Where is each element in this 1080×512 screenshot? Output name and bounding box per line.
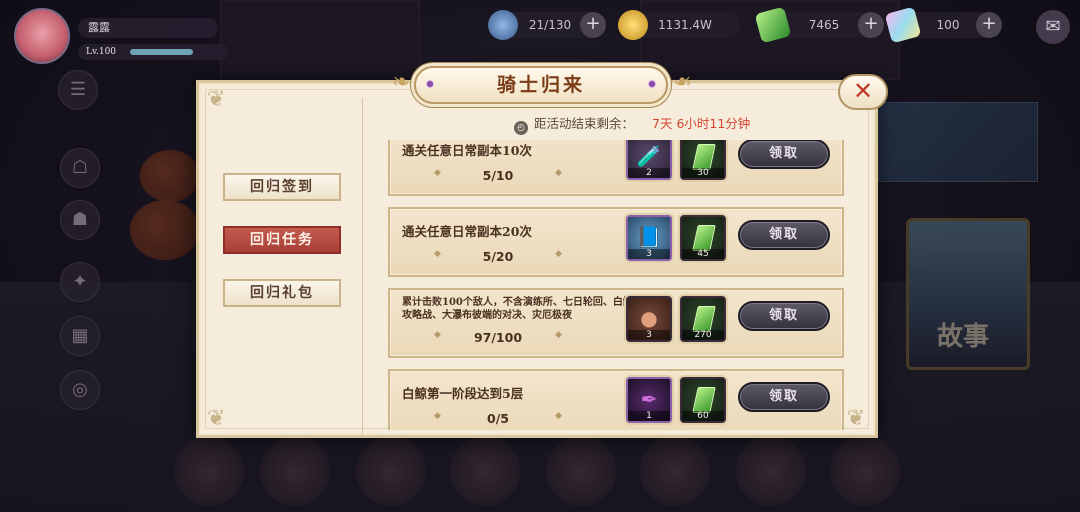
rainbow-gem-icon: [884, 6, 922, 44]
task-name: 通关任意日常副本10次: [402, 143, 532, 158]
task-progress: 5/10: [434, 168, 562, 183]
green-gem-icon: [754, 6, 792, 44]
coin-glyph: ●: [640, 306, 658, 330]
task-name: 通关任意日常副本20次: [402, 224, 532, 239]
task-progress: 97/100: [434, 330, 562, 345]
title-gem-icon: [426, 80, 434, 88]
feather-glyph: ✒: [640, 387, 658, 411]
book-icon[interactable]: 📘 3: [626, 215, 672, 261]
stopwatch-icon: ◴: [514, 121, 528, 135]
book-glyph: 📘: [636, 225, 662, 249]
reward-qty: 270: [682, 330, 724, 340]
player-name: 露露: [78, 18, 218, 38]
claim-button[interactable]: 领取: [738, 220, 830, 250]
stamina-value: 21/130: [528, 18, 572, 32]
player-level-bar: Lv.100: [78, 44, 228, 60]
task-list[interactable]: 通关任意日常副本10次 5/10 🧪 2 30 领取 通关任意日常副本20次 5…: [388, 140, 844, 430]
gem-shape: [692, 144, 716, 170]
gold-counter: 1131.4W: [618, 10, 740, 40]
green-gem-icon[interactable]: 60: [680, 377, 726, 423]
task-row: 累计击败100个敌人，不含演练所、七日轮回、白鲸攻略战、大瀑布彼端的对决、灾厄极…: [388, 288, 844, 358]
reward-qty: 1: [628, 411, 670, 421]
rainbow-gem-counter: 100 +: [884, 6, 1002, 44]
tab-return-gift[interactable]: 回归礼包: [223, 279, 341, 307]
reward-qty: 60: [682, 411, 724, 421]
player-level: Lv.100: [86, 47, 117, 57]
task-progress: 0/5: [434, 411, 562, 426]
claim-button[interactable]: 领取: [738, 140, 830, 169]
add-stamina-button[interactable]: +: [580, 12, 606, 38]
potion-icon[interactable]: 🧪 2: [626, 140, 672, 180]
stamina-icon: [488, 10, 518, 40]
gem-shape: [692, 225, 716, 251]
reward-qty: 30: [682, 168, 724, 178]
tab-return-tasks[interactable]: 回归任务: [223, 226, 341, 254]
tab-return-signin[interactable]: 回归签到: [223, 173, 341, 201]
reward-qty: 45: [682, 249, 724, 259]
task-row: 通关任意日常副本20次 5/20 📘 3 45 领取: [388, 207, 844, 277]
stamina-counter: 21/130 +: [488, 10, 606, 40]
vertical-divider: [362, 98, 363, 434]
rainbow-gem-value: 100: [936, 18, 960, 32]
green-gem-icon[interactable]: 30: [680, 140, 726, 180]
corner-ornament-icon: ❦: [846, 406, 865, 431]
reward-qty: 2: [628, 168, 670, 178]
title-gem-icon: [648, 80, 656, 88]
event-timer: ◴ 距活动结束剩余： 7天 6小时11分钟: [514, 114, 751, 135]
level-progress-fill: [130, 49, 193, 55]
green-gem-value: 7465: [808, 18, 840, 32]
task-name: 白鲸第一阶段达到5层: [402, 386, 524, 401]
corner-ornament-icon: ❦: [207, 406, 226, 431]
timer-label: 距活动结束剩余：: [534, 116, 635, 131]
avatar[interactable]: [14, 8, 70, 64]
task-row: 通关任意日常副本10次 5/10 🧪 2 30 领取: [388, 140, 844, 196]
gem-shape: [692, 387, 716, 413]
gold-icon: [618, 10, 648, 40]
mail-icon[interactable]: ✉: [1036, 10, 1070, 44]
claim-button[interactable]: 领取: [738, 382, 830, 412]
reward-qty: 3: [628, 330, 670, 340]
task-progress: 5/20: [434, 249, 562, 264]
claim-button[interactable]: 领取: [738, 301, 830, 331]
player-info[interactable]: 露露 Lv.100: [14, 8, 228, 64]
add-green-gem-button[interactable]: +: [858, 12, 884, 38]
task-name: 累计击败100个敌人，不含演练所、七日轮回、白鲸攻略战、大瀑布彼端的对决、灾厄极…: [402, 297, 633, 321]
modal-title-plate: 骑士归来: [414, 66, 668, 104]
green-gem-icon[interactable]: 270: [680, 296, 726, 342]
gold-value: 1131.4W: [658, 18, 712, 32]
task-row: 白鲸第一阶段达到5层 0/5 ✒ 1 60 领取: [388, 369, 844, 430]
green-gem-counter: 7465 +: [754, 6, 884, 44]
add-rainbow-gem-button[interactable]: +: [976, 12, 1002, 38]
coin-icon[interactable]: ● 3: [626, 296, 672, 342]
feather-icon[interactable]: ✒ 1: [626, 377, 672, 423]
potion-glyph: 🧪: [636, 144, 662, 168]
corner-ornament-icon: ❦: [207, 87, 226, 112]
close-button[interactable]: ✕: [838, 74, 888, 110]
reward-qty: 3: [628, 249, 670, 259]
green-gem-icon[interactable]: 45: [680, 215, 726, 261]
modal-title: 骑士归来: [496, 74, 585, 96]
timer-value: 7天 6小时11分钟: [652, 116, 751, 131]
gem-shape: [692, 306, 716, 332]
